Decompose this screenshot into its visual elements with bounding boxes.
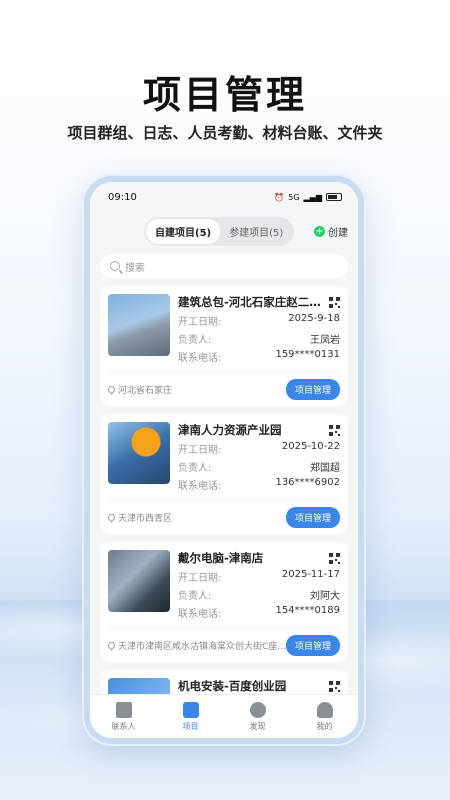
manager-label: 负责人:	[178, 591, 212, 602]
tab-mine[interactable]: 我的	[291, 695, 358, 738]
project-thumbnail	[108, 422, 170, 484]
start-date-value: 2025-10-22	[281, 441, 340, 452]
start-date-value: 2025-9-18	[288, 313, 340, 324]
battery-icon	[326, 193, 342, 201]
location-text: 天津市津南区咸水沽镇海棠众创大街C座…	[118, 642, 286, 652]
location-pin-icon	[108, 512, 117, 523]
signal-label: 5G	[288, 192, 300, 202]
project-title: 戴尔电脑-津南店	[178, 551, 264, 565]
qr-code-icon[interactable]	[329, 296, 340, 308]
tab-own-projects[interactable]: 自建项目(5)	[146, 218, 221, 244]
manager-label: 负责人:	[178, 335, 212, 346]
project-tabs-row: 自建项目(5) 参建项目(5) + 创建	[90, 212, 358, 246]
tab-label: 我的	[316, 721, 333, 731]
profile-icon	[316, 701, 333, 718]
location-pin-icon	[108, 384, 117, 395]
search-placeholder: 搜索	[125, 262, 145, 274]
project-segmented-control: 自建项目(5) 参建项目(5)	[144, 216, 295, 246]
qr-code-icon[interactable]	[329, 424, 340, 436]
project-title: 机电安装-百度创业园	[178, 679, 287, 693]
project-icon	[182, 701, 199, 718]
plus-icon: +	[314, 225, 325, 237]
project-title: 津南人力资源产业园	[178, 423, 282, 437]
tab-discover[interactable]: 发现	[224, 695, 291, 738]
start-date-value: 2025-11-17	[281, 569, 340, 580]
project-location: 河北省石家庄	[108, 383, 172, 396]
contacts-icon	[115, 701, 132, 718]
location-text: 河北省石家庄	[118, 386, 173, 396]
project-title: 建筑总包-河北石家庄赵二…	[178, 295, 321, 309]
search-input[interactable]: 搜索	[100, 254, 348, 278]
signal-icon: ▂▄▆	[303, 192, 322, 202]
tab-label: 发现	[249, 721, 266, 731]
start-date-label: 开工日期:	[178, 317, 222, 328]
project-manage-button[interactable]: 项目管理	[285, 379, 340, 400]
manager-value: 郑国超	[310, 463, 340, 474]
bottom-tab-bar: 联系人 项目 发现 我的	[90, 694, 358, 738]
start-date-label: 开工日期:	[178, 445, 222, 456]
search-icon	[110, 261, 120, 271]
manager-value: 王凤岩	[310, 335, 340, 346]
hero-title: 项目管理	[142, 73, 307, 117]
tab-label: 联系人	[111, 721, 136, 731]
project-list: 建筑总包-河北石家庄赵二… 开工日期: 2025-9-18 负责人: 王凤岩 联系电…	[90, 286, 358, 738]
phone-frame: 09:10 ⏰ 5G ▂▄▆ 自建项目(5) 参建项目(5) + 创建 搜索 建…	[84, 176, 364, 744]
phone-label: 联系电话:	[178, 353, 222, 364]
phone-value: 159****0131	[275, 349, 340, 360]
create-label: 创建	[328, 227, 348, 239]
phone-value: 154****0189	[275, 605, 340, 616]
app-screen: 09:10 ⏰ 5G ▂▄▆ 自建项目(5) 参建项目(5) + 创建 搜索 建…	[90, 182, 358, 738]
project-location: 天津市津南区咸水沽镇海棠众创大街C座…	[108, 639, 286, 652]
tab-label: 项目	[182, 721, 199, 731]
project-manage-button[interactable]: 项目管理	[285, 635, 340, 656]
location-pin-icon	[108, 640, 117, 651]
alarm-icon: ⏰	[274, 192, 285, 202]
start-date-label: 开工日期:	[178, 573, 222, 584]
project-card[interactable]: 戴尔电脑-津南店 开工日期: 2025-11-17 负责人: 刘阿大 联系电话: 15…	[100, 542, 348, 662]
discover-icon	[249, 701, 266, 718]
status-icons: ⏰ 5G ▂▄▆	[274, 193, 342, 202]
project-card[interactable]: 津南人力资源产业园 开工日期: 2025-10-22 负责人: 郑国超 联系电话: 1…	[100, 414, 348, 534]
status-time: 09:10	[108, 191, 137, 203]
hero-subtitle: 项目群组、日志、人员考勤、材料台账、文件夹	[67, 124, 383, 142]
phone-label: 联系电话:	[178, 609, 222, 620]
project-thumbnail	[108, 550, 170, 612]
create-button[interactable]: + 创建	[314, 224, 348, 239]
manager-label: 负责人:	[178, 463, 212, 474]
location-text: 天津市西青区	[118, 514, 173, 524]
project-location: 天津市西青区	[108, 511, 172, 524]
phone-value: 136****6902	[275, 477, 340, 488]
project-card[interactable]: 建筑总包-河北石家庄赵二… 开工日期: 2025-9-18 负责人: 王凤岩 联系电…	[100, 286, 348, 406]
tab-project[interactable]: 项目	[157, 695, 224, 738]
tab-contacts[interactable]: 联系人	[90, 695, 157, 738]
tab-joined-projects[interactable]: 参建项目(5)	[220, 219, 292, 244]
manager-value: 刘阿大	[310, 591, 340, 602]
project-thumbnail	[108, 294, 170, 356]
qr-code-icon[interactable]	[329, 680, 340, 692]
qr-code-icon[interactable]	[329, 552, 340, 564]
status-bar: 09:10 ⏰ 5G ▂▄▆	[90, 182, 358, 212]
project-manage-button[interactable]: 项目管理	[285, 507, 340, 528]
phone-label: 联系电话:	[178, 481, 222, 492]
